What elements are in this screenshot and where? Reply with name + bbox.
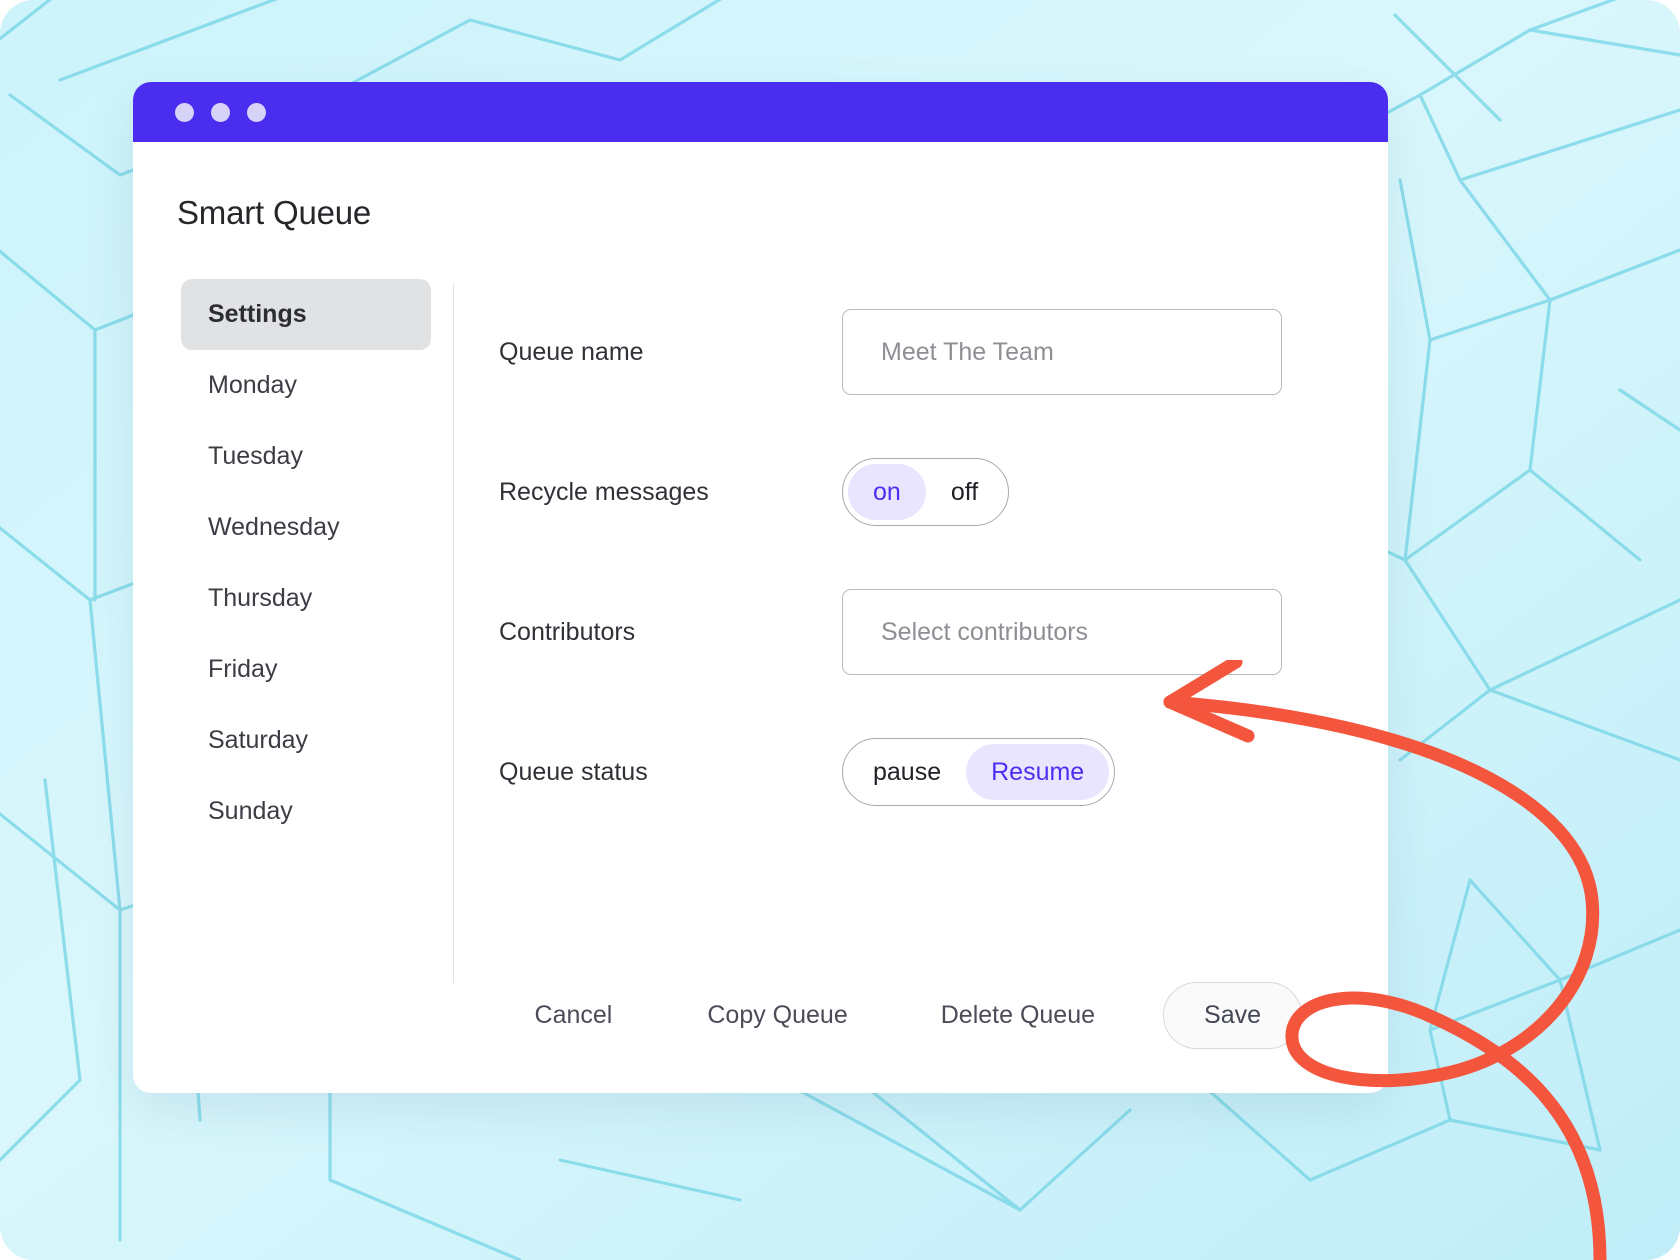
sidebar-item-label: Wednesday <box>208 513 340 541</box>
content-row: Settings Monday Tuesday Wednesday Thursd… <box>133 279 1388 999</box>
queue-status-toggle[interactable]: pause Resume <box>842 738 1116 806</box>
footer-actions: Cancel Copy Queue Delete Queue Save <box>133 982 1388 1049</box>
contributors-input[interactable]: Select contributors <box>842 589 1282 675</box>
window-dot-maximize[interactable] <box>247 102 266 122</box>
save-button[interactable]: Save <box>1163 982 1302 1049</box>
sidebar-item-settings[interactable]: Settings <box>181 279 431 350</box>
sidebar-item-label: Monday <box>208 371 297 399</box>
window-body: Smart Queue Settings Monday Tuesday Wedn… <box>133 142 1388 1093</box>
sidebar-item-saturday[interactable]: Saturday <box>181 705 431 776</box>
delete-queue-button[interactable]: Delete Queue <box>941 1001 1095 1030</box>
sidebar-item-wednesday[interactable]: Wednesday <box>181 492 431 563</box>
sidebar-item-label: Friday <box>208 655 278 683</box>
recycle-option-off[interactable]: off <box>926 464 1003 520</box>
settings-form: Queue name Meet The Team Recycle message… <box>454 279 1388 999</box>
sidebar-item-label: Saturday <box>208 726 309 754</box>
window-dot-close[interactable] <box>175 102 194 122</box>
sidebar-item-label: Thursday <box>208 584 313 612</box>
window-title-bar <box>133 82 1388 142</box>
contributors-label: Contributors <box>499 617 636 646</box>
queue-status-option-resume[interactable]: Resume <box>966 744 1110 800</box>
page-title: Smart Queue <box>177 194 372 231</box>
sidebar-item-sunday[interactable]: Sunday <box>181 776 431 847</box>
sidebar-item-thursday[interactable]: Thursday <box>181 563 431 634</box>
form-row-recycle-messages: Recycle messages on off <box>499 422 1388 562</box>
recycle-messages-toggle[interactable]: on off <box>842 458 1010 526</box>
queue-status-label: Queue status <box>499 757 648 786</box>
app-window: Smart Queue Settings Monday Tuesday Wedn… <box>133 82 1388 1093</box>
screenshot-stage: Smart Queue Settings Monday Tuesday Wedn… <box>0 0 1680 1260</box>
sidebar-item-monday[interactable]: Monday <box>181 350 431 421</box>
form-row-contributors: Contributors Select contributors <box>499 562 1388 702</box>
sidebar-item-friday[interactable]: Friday <box>181 634 431 705</box>
sidebar-item-label: Sunday <box>208 797 293 825</box>
sidebar-item-tuesday[interactable]: Tuesday <box>181 421 431 492</box>
window-dot-minimize[interactable] <box>211 102 230 122</box>
recycle-messages-label: Recycle messages <box>499 477 709 506</box>
form-row-queue-status: Queue status pause Resume <box>499 702 1388 842</box>
sidebar-nav: Settings Monday Tuesday Wednesday Thursd… <box>133 279 453 999</box>
recycle-option-on[interactable]: on <box>848 464 926 520</box>
queue-status-option-pause[interactable]: pause <box>848 744 966 800</box>
form-row-queue-name: Queue name Meet The Team <box>499 282 1388 422</box>
queue-name-input[interactable]: Meet The Team <box>842 309 1282 395</box>
sidebar-item-label: Settings <box>208 300 307 328</box>
copy-queue-button[interactable]: Copy Queue <box>707 1001 847 1030</box>
cancel-button[interactable]: Cancel <box>535 1001 613 1030</box>
sidebar-item-label: Tuesday <box>208 442 303 470</box>
queue-name-label: Queue name <box>499 337 644 366</box>
